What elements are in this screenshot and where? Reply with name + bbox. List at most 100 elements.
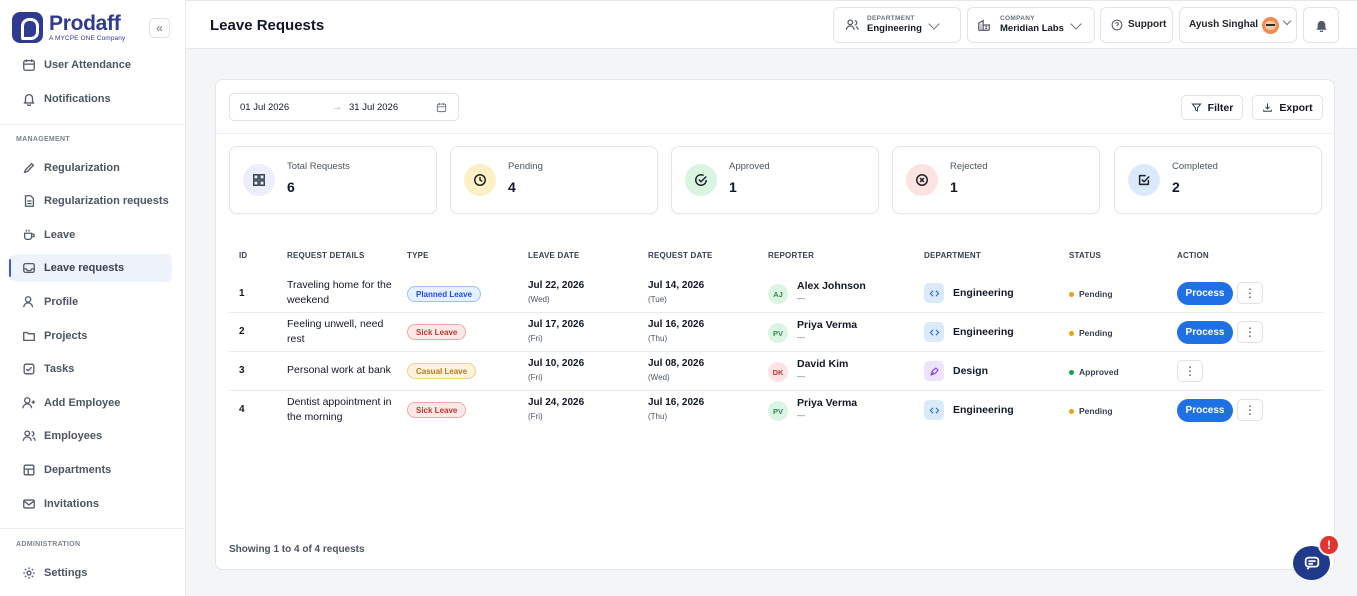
department-name: Engineering bbox=[953, 326, 1014, 338]
sidebar-item-user-attendance[interactable]: User Attendance bbox=[10, 51, 172, 79]
reporter-sub: — bbox=[797, 372, 805, 381]
table-row[interactable]: 4 Dentist appointment in the morning Sic… bbox=[229, 391, 1323, 430]
column-header-leave-date: LEAVE DATE bbox=[528, 251, 580, 260]
table-row[interactable]: 2 Feeling unwell, need rest Sick Leave J… bbox=[229, 313, 1323, 352]
sidebar-item-label: Employees bbox=[44, 430, 103, 442]
sidebar-item-label: Tasks bbox=[44, 363, 75, 375]
department-name: Design bbox=[953, 365, 989, 377]
stat-card-pending: Pending 4 bbox=[450, 146, 658, 214]
filter-button[interactable]: Filter bbox=[1181, 95, 1243, 120]
department-selector[interactable]: DEPARTMENT Engineering bbox=[833, 7, 961, 43]
leave-date: Jul 24, 2026 bbox=[528, 397, 585, 408]
table-row[interactable]: 1 Traveling home for the weekend Planned… bbox=[229, 274, 1323, 313]
code-icon bbox=[924, 283, 944, 303]
stat-value: 2 bbox=[1172, 179, 1180, 195]
stat-value: 1 bbox=[950, 179, 958, 195]
code-icon bbox=[924, 400, 944, 420]
sidebar-item-label: Profile bbox=[44, 296, 79, 308]
request-day: (Wed) bbox=[648, 373, 670, 382]
reporter-name: Priya Verma bbox=[797, 319, 858, 331]
gear-icon bbox=[23, 567, 35, 579]
more-options-icon[interactable]: ⋮ bbox=[1237, 282, 1263, 304]
chat-alert-badge: ! bbox=[1318, 534, 1340, 556]
more-options-icon[interactable]: ⋮ bbox=[1237, 321, 1263, 343]
stat-icon-wrap bbox=[243, 164, 275, 196]
sidebar-item-profile[interactable]: Profile bbox=[10, 288, 172, 316]
chevron-down-icon bbox=[928, 18, 940, 30]
pen-tool-icon bbox=[924, 361, 944, 381]
reporter-name: Alex Johnson bbox=[797, 280, 866, 292]
leave-date: Jul 22, 2026 bbox=[528, 280, 585, 291]
department-value: Engineering bbox=[867, 23, 922, 34]
section-administration: ADMINISTRATION bbox=[16, 541, 81, 548]
sidebar-item-tasks[interactable]: Tasks bbox=[10, 355, 172, 383]
more-options-icon[interactable]: ⋮ bbox=[1177, 360, 1203, 382]
column-header-request-details: REQUEST DETAILS bbox=[287, 251, 365, 260]
sidebar-item-invitations[interactable]: Invitations bbox=[10, 490, 172, 518]
chevron-down-icon bbox=[1282, 16, 1292, 26]
stat-card-completed: Completed 2 bbox=[1114, 146, 1322, 214]
sidebar-item-label: Departments bbox=[44, 464, 112, 476]
sidebar-item-settings[interactable]: Settings bbox=[10, 559, 172, 587]
status-text: Pending bbox=[1079, 289, 1113, 299]
leave-type-badge: Sick Leave bbox=[407, 402, 467, 418]
stat-icon-wrap bbox=[1128, 164, 1160, 196]
filter-icon bbox=[1190, 103, 1202, 112]
mail-icon bbox=[23, 499, 35, 509]
x-circle-icon bbox=[916, 174, 928, 186]
process-button[interactable]: Process bbox=[1177, 321, 1233, 344]
users-icon bbox=[845, 19, 859, 30]
support-button[interactable]: Support bbox=[1100, 7, 1173, 43]
pencil-icon bbox=[23, 162, 35, 174]
status-dot bbox=[1069, 330, 1074, 336]
building-icon bbox=[23, 464, 35, 476]
request-details: Feeling unwell, need rest bbox=[287, 318, 384, 345]
process-button[interactable]: Process bbox=[1177, 282, 1233, 305]
avatar: DK bbox=[768, 362, 788, 382]
sidebar-item-departments[interactable]: Departments bbox=[10, 456, 172, 484]
sidebar: Prodaff A MYCPE ONE Company « User Atten… bbox=[0, 0, 186, 596]
leave-date: Jul 17, 2026 bbox=[528, 319, 585, 330]
leave-type-badge: Planned Leave bbox=[407, 286, 482, 302]
table-row[interactable]: 3 Personal work at bank Casual Leave Jul… bbox=[229, 352, 1323, 391]
process-button[interactable]: Process bbox=[1177, 399, 1233, 422]
arrow-right-icon: → bbox=[332, 101, 342, 113]
sidebar-item-projects[interactable]: Projects bbox=[10, 322, 172, 350]
status-dot bbox=[1069, 291, 1074, 297]
avatar bbox=[1262, 17, 1279, 34]
sidebar-item-leave[interactable]: Leave bbox=[10, 221, 172, 249]
status-badge: Pending bbox=[1069, 328, 1113, 338]
department-label: DEPARTMENT bbox=[867, 15, 915, 22]
sidebar-item-label: Regularization bbox=[44, 162, 120, 174]
more-options-icon[interactable]: ⋮ bbox=[1237, 399, 1263, 421]
logo[interactable]: Prodaff A MYCPE ONE Company bbox=[12, 12, 125, 43]
grid-icon bbox=[253, 174, 265, 186]
sidebar-item-leave-requests[interactable]: Leave requests bbox=[9, 254, 172, 282]
notifications-button[interactable] bbox=[1303, 7, 1339, 43]
collapse-sidebar-button[interactable]: « bbox=[149, 18, 170, 38]
date-range-picker[interactable]: 01 Jul 2026 → 31 Jul 2026 bbox=[229, 93, 459, 121]
leave-day: (Fri) bbox=[528, 412, 543, 421]
reporter-sub: — bbox=[797, 333, 805, 342]
calendar-icon bbox=[23, 59, 35, 71]
request-details: Personal work at bank bbox=[287, 364, 391, 376]
status-text: Pending bbox=[1079, 328, 1113, 338]
request-id: 4 bbox=[239, 404, 245, 415]
reporter-name: David Kim bbox=[797, 358, 849, 370]
user-menu[interactable]: Ayush Singhal bbox=[1179, 7, 1297, 43]
request-day: (Thu) bbox=[648, 412, 668, 421]
stat-icon-wrap bbox=[464, 164, 496, 196]
sidebar-item-add-employee[interactable]: Add Employee bbox=[10, 389, 172, 417]
sidebar-item-employees[interactable]: Employees bbox=[10, 422, 172, 450]
sidebar-item-regularization[interactable]: Regularization bbox=[10, 154, 172, 182]
sidebar-item-regularization-requests[interactable]: Regularization requests bbox=[10, 187, 172, 215]
company-value: Meridian Labs bbox=[1000, 23, 1064, 34]
request-day: (Thu) bbox=[648, 334, 668, 343]
export-button[interactable]: Export bbox=[1252, 95, 1323, 120]
folder-icon bbox=[23, 331, 35, 342]
leave-day: (Wed) bbox=[528, 295, 550, 304]
sidebar-item-notifications[interactable]: Notifications bbox=[10, 85, 172, 113]
export-label: Export bbox=[1279, 101, 1313, 114]
column-header-request-date: REQUEST DATE bbox=[648, 251, 713, 260]
company-selector[interactable]: COMPANY Meridian Labs bbox=[967, 7, 1095, 43]
